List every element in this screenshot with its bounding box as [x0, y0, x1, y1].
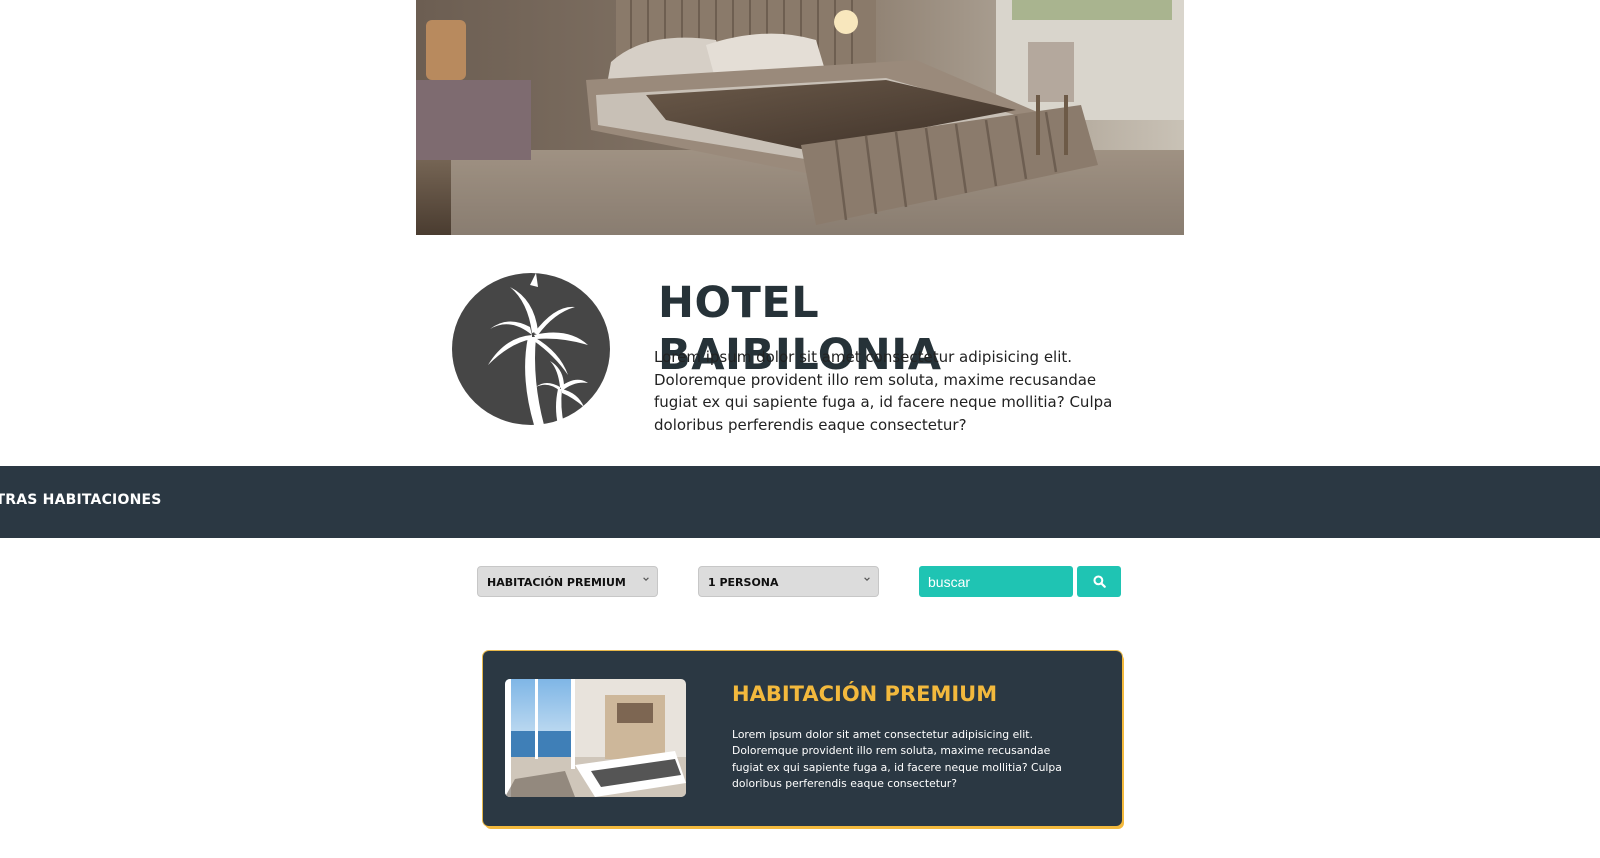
persons-select[interactable]: 1 PERSONA: [698, 566, 879, 597]
room-description: Lorem ipsum dolor sit amet consectetur a…: [732, 728, 1062, 790]
room-card[interactable]: HABITACIÓN PREMIUM Lorem ipsum dolor sit…: [483, 651, 1122, 826]
persons-value: 1 PERSONA: [708, 576, 779, 589]
search-button[interactable]: [1077, 566, 1121, 597]
hotel-description: Lorem ipsum dolor sit amet consectetur a…: [654, 348, 1113, 434]
chevron-down-icon: [864, 577, 870, 581]
room-title: HABITACIÓN PREMIUM: [732, 682, 998, 706]
search-input[interactable]: [919, 566, 1073, 597]
search-icon: [1092, 575, 1106, 588]
room-type-select[interactable]: HABITACIÓN PREMIUM: [477, 566, 658, 597]
palm-tree-icon: [450, 257, 612, 427]
hero-image: [416, 0, 1184, 235]
section-band: NUESTRAS HABITACIONES: [0, 466, 1600, 538]
section-title: NUESTRAS HABITACIONES: [0, 492, 162, 508]
room-type-value: HABITACIÓN PREMIUM: [487, 576, 626, 589]
bedroom-photo: [416, 0, 1184, 235]
chevron-down-icon: [643, 577, 649, 581]
search-filters: HABITACIÓN PREMIUM 1 PERSONA: [0, 566, 1600, 598]
room-photo: [505, 679, 686, 797]
hotel-intro: HOTEL BAIBILONIA Lorem ipsum dolor sit a…: [0, 235, 1600, 465]
